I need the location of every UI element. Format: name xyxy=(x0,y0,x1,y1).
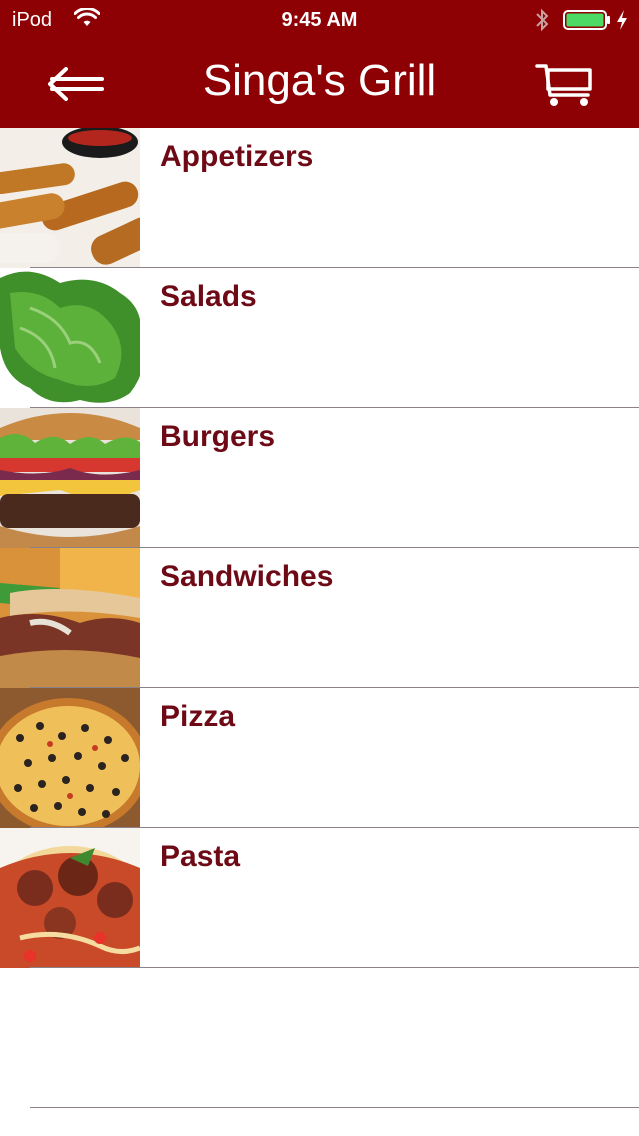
salads-photo xyxy=(0,268,140,408)
navigation-bar: iPod 9:45 AM Singa's Grill xyxy=(0,0,639,128)
row-divider xyxy=(30,1107,639,1108)
cart-button[interactable] xyxy=(534,62,594,108)
bluetooth-icon xyxy=(534,7,550,33)
battery-icon xyxy=(563,10,611,30)
menu-item-pasta[interactable]: Pasta xyxy=(0,828,639,968)
menu-item-label: Salads xyxy=(160,280,257,313)
charging-icon xyxy=(616,9,628,31)
menu-item-appetizers[interactable]: Appetizers xyxy=(0,128,639,268)
appetizers-photo xyxy=(0,128,140,268)
menu-item-label: Appetizers xyxy=(160,140,314,173)
menu-list: Appetizers Salads Burgers Sandwiches Piz… xyxy=(0,128,639,968)
row-divider xyxy=(30,967,639,968)
shopping-cart-icon xyxy=(535,64,592,106)
burgers-photo xyxy=(0,408,140,548)
pasta-photo xyxy=(0,828,140,968)
sandwiches-photo xyxy=(0,548,140,688)
menu-item-sandwiches[interactable]: Sandwiches xyxy=(0,548,639,688)
menu-item-salads[interactable]: Salads xyxy=(0,268,639,408)
menu-item-label: Pizza xyxy=(160,700,236,733)
menu-item-pizza[interactable]: Pizza xyxy=(0,688,639,828)
pizza-photo xyxy=(0,688,140,828)
menu-item-label: Pasta xyxy=(160,840,241,873)
menu-item-burgers[interactable]: Burgers xyxy=(0,408,639,548)
status-bar: iPod 9:45 AM xyxy=(0,0,639,40)
menu-item-label: Burgers xyxy=(160,420,276,453)
menu-item-label: Sandwiches xyxy=(160,560,334,593)
